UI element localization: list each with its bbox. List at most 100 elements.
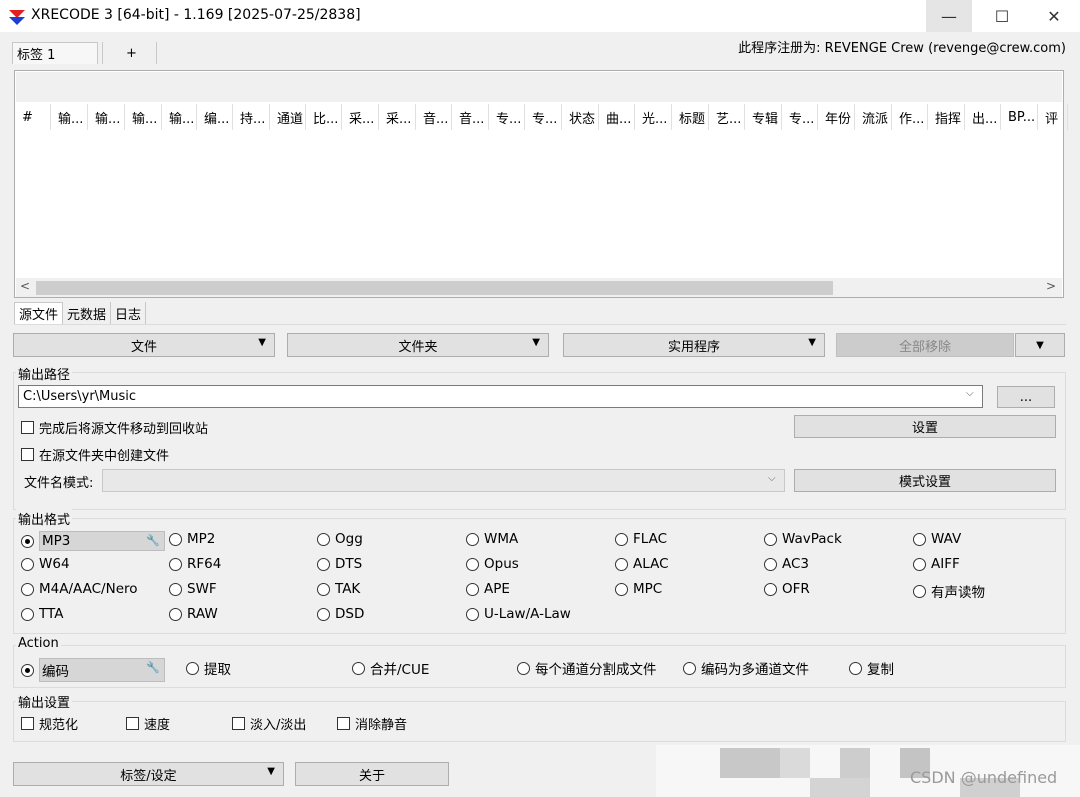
checkbox-3[interactable]: 消除静音	[337, 714, 407, 733]
radio-swf[interactable]: SWF	[169, 581, 217, 597]
radio-button[interactable]	[615, 557, 628, 571]
wrench-icon[interactable]: 🔧	[146, 534, 160, 547]
column-header[interactable]: 输...	[162, 104, 197, 130]
radio-button[interactable]	[466, 557, 479, 571]
checkbox-box[interactable]	[21, 448, 34, 461]
tab-metadata[interactable]: 元数据	[63, 302, 112, 324]
radio-button[interactable]	[317, 532, 330, 546]
column-header[interactable]: BP...	[1001, 104, 1038, 130]
radio-button[interactable]	[913, 584, 926, 598]
radio-mp3[interactable]: MP3 🔧	[21, 531, 165, 551]
radio-m4a-aac-nero[interactable]: M4A/AAC/Nero	[21, 581, 138, 597]
radio-button[interactable]	[466, 582, 479, 596]
about-button[interactable]: 关于	[295, 762, 449, 786]
column-header[interactable]: 持...	[233, 104, 270, 130]
column-header[interactable]: 出...	[965, 104, 1001, 130]
column-header[interactable]: 采...	[342, 104, 379, 130]
tab-source-files[interactable]: 源文件	[14, 302, 64, 324]
checkbox-2[interactable]: 淡入/淡出	[232, 714, 306, 733]
column-header[interactable]: 音...	[452, 104, 489, 130]
radio-ogg[interactable]: Ogg	[317, 531, 363, 547]
radio--[interactable]: 提取	[186, 658, 231, 678]
radio-button[interactable]	[764, 557, 777, 571]
column-header[interactable]: 年份	[818, 104, 855, 130]
column-header[interactable]: 评	[1038, 104, 1068, 130]
radio--[interactable]: 复制	[849, 658, 894, 678]
radio-button[interactable]	[169, 582, 182, 596]
tab-log[interactable]: 日志	[111, 302, 147, 324]
radio-button[interactable]	[849, 661, 862, 675]
column-header[interactable]: 指挥	[928, 104, 965, 130]
chevron-down-icon[interactable]: ⌵	[966, 388, 974, 399]
remove-all-button[interactable]: 全部移除	[836, 333, 1014, 357]
tab-1[interactable]: 标签 1	[12, 42, 98, 64]
checkbox-box[interactable]	[126, 717, 139, 730]
radio--[interactable]: 每个通道分割成文件	[517, 658, 657, 678]
column-header[interactable]: 编...	[197, 104, 233, 130]
utilities-button[interactable]: 实用程序 ▼	[563, 333, 825, 357]
file-button[interactable]: 文件 ▼	[13, 333, 275, 357]
column-header[interactable]: 专...	[489, 104, 525, 130]
column-header[interactable]: 标题	[672, 104, 709, 130]
column-header[interactable]: 专辑	[745, 104, 782, 130]
radio-button[interactable]	[466, 532, 479, 546]
output-path-input[interactable]: C:\Users\yr\Music	[18, 385, 983, 408]
radio-button[interactable]	[764, 532, 777, 546]
radio-button[interactable]	[317, 557, 330, 571]
radio--[interactable]: 编码为多通道文件	[683, 658, 809, 678]
radio-button[interactable]	[21, 607, 34, 621]
tags-settings-button[interactable]: 标签/设定 ▼	[13, 762, 284, 786]
radio-ape[interactable]: APE	[466, 581, 510, 597]
checkbox-box[interactable]	[337, 717, 350, 730]
column-header[interactable]: 光...	[635, 104, 672, 130]
radio-button[interactable]	[317, 607, 330, 621]
radio-w64[interactable]: W64	[21, 556, 70, 572]
column-header[interactable]: 输...	[125, 104, 162, 130]
radio-mp2[interactable]: MP2	[169, 531, 215, 547]
column-header[interactable]: 专...	[782, 104, 818, 130]
checkbox-box[interactable]	[232, 717, 245, 730]
radio--[interactable]: 编码 🔧	[21, 658, 165, 682]
radio-button[interactable]	[615, 582, 628, 596]
radio--cue[interactable]: 合并/CUE	[352, 658, 429, 678]
filename-pattern-select[interactable]	[102, 469, 785, 492]
radio-u-law-a-law[interactable]: U-Law/A-Law	[466, 606, 571, 622]
radio-dsd[interactable]: DSD	[317, 606, 364, 622]
radio-button[interactable]	[615, 532, 628, 546]
column-header[interactable]: 比...	[306, 104, 342, 130]
column-header[interactable]: 采...	[379, 104, 416, 130]
scroll-right-icon[interactable]: >	[1046, 279, 1056, 293]
radio-button[interactable]	[913, 557, 926, 571]
column-header[interactable]: #	[15, 104, 51, 130]
radio-wav[interactable]: WAV	[913, 531, 961, 547]
checkbox-box[interactable]	[21, 421, 34, 434]
radio-button[interactable]	[169, 557, 182, 571]
chevron-down-icon[interactable]: ⌵	[768, 473, 776, 484]
radio-opus[interactable]: Opus	[466, 556, 519, 572]
radio-button[interactable]	[21, 534, 34, 548]
checkbox-1[interactable]: 速度	[126, 714, 170, 733]
column-header[interactable]: 曲...	[599, 104, 635, 130]
radio-ac3[interactable]: AC3	[764, 556, 809, 572]
radio-alac[interactable]: ALAC	[615, 556, 669, 572]
folder-button[interactable]: 文件夹 ▼	[287, 333, 549, 357]
column-header[interactable]: 作...	[892, 104, 928, 130]
column-header[interactable]: 艺...	[709, 104, 745, 130]
checkbox-box[interactable]	[21, 717, 34, 730]
radio-mpc[interactable]: MPC	[615, 581, 662, 597]
checkbox-0[interactable]: 规范化	[21, 714, 78, 733]
radio-rf64[interactable]: RF64	[169, 556, 221, 572]
column-header[interactable]: 专...	[525, 104, 562, 130]
maximize-button[interactable]: ☐	[979, 0, 1025, 32]
radio-aiff[interactable]: AIFF	[913, 556, 960, 572]
browse-button[interactable]: ...	[997, 386, 1055, 408]
radio-button[interactable]	[169, 607, 182, 621]
radio-wavpack[interactable]: WavPack	[764, 531, 842, 547]
wrench-icon[interactable]: 🔧	[146, 661, 160, 674]
radio-button[interactable]	[466, 607, 479, 621]
radio-button[interactable]	[169, 532, 182, 546]
create-in-source-checkbox[interactable]: 在源文件夹中创建文件	[21, 445, 169, 464]
radio-button[interactable]	[317, 582, 330, 596]
column-header[interactable]: 输...	[51, 104, 88, 130]
horizontal-scrollbar[interactable]: < >	[16, 278, 1062, 297]
